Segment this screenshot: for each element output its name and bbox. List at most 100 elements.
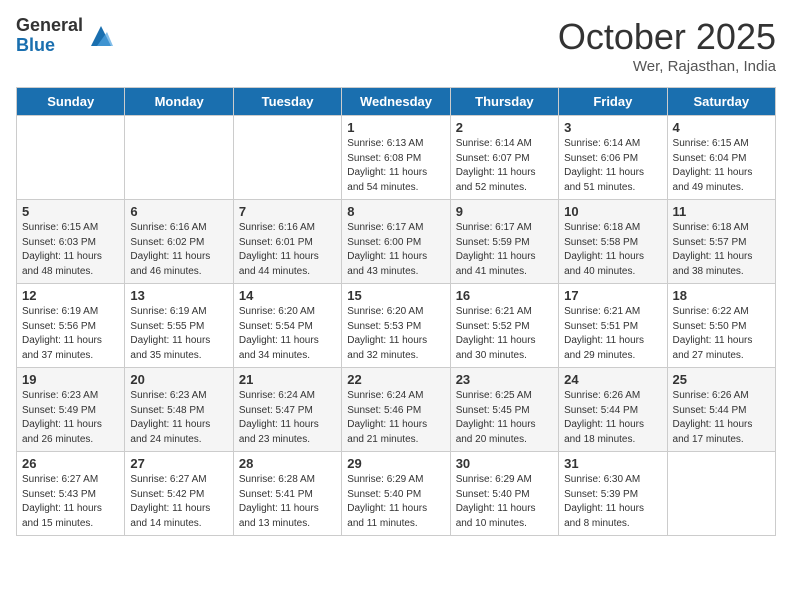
day-number: 29 [347,456,444,471]
calendar-cell: 19Sunrise: 6:23 AM Sunset: 5:49 PM Dayli… [17,368,125,452]
location-subtitle: Wer, Rajasthan, India [558,58,776,75]
day-info: Sunrise: 6:25 AM Sunset: 5:45 PM Dayligh… [456,389,553,447]
day-info: Sunrise: 6:21 AM Sunset: 5:52 PM Dayligh… [456,305,553,363]
calendar-cell: 31 Sunrise: 6:30 AM Sunset: 5:39 PM Dayli… [559,452,667,536]
col-header-monday: Monday [125,88,233,116]
calendar-cell: 18 Sunrise: 6:22 AM Sunset: 5:50 PM Dayli… [667,284,775,368]
calendar-cell [125,116,233,200]
col-header-sunday: Sunday [17,88,125,116]
day-number: 21 [239,372,336,387]
day-number: 28 [239,456,336,471]
day-number: 25 [673,372,770,387]
calendar-cell: 20Sunrise: 6:23 AM Sunset: 5:48 PM Dayli… [125,368,233,452]
title-block: October 2025 Wer, Rajasthan, India [558,16,776,75]
calendar-cell: 17 Sunrise: 6:21 AM Sunset: 5:51 PM Dayli… [559,284,667,368]
day-info: Sunrise: 6:27 AM Sunset: 5:42 PM Dayligh… [130,473,227,531]
calendar-table: SundayMondayTuesdayWednesdayThursdayFrid… [16,87,776,536]
day-number: 6 [130,204,227,219]
day-info: Sunrise: 6:26 AM Sunset: 5:44 PM Dayligh… [673,389,770,447]
calendar-cell: 29 Sunrise: 6:29 AM Sunset: 5:40 PM Dayli… [342,452,450,536]
calendar-week-row: 12 Sunrise: 6:19 AM Sunset: 5:56 PM Dayli… [17,284,776,368]
day-info: Sunrise: 6:26 AM Sunset: 5:44 PM Dayligh… [564,389,661,447]
col-header-tuesday: Tuesday [233,88,341,116]
day-number: 17 [564,288,661,303]
day-number: 1 [347,120,444,135]
day-number: 24 [564,372,661,387]
calendar-cell: 24 Sunrise: 6:26 AM Sunset: 5:44 PM Dayli… [559,368,667,452]
calendar-cell: 4Sunrise: 6:15 AM Sunset: 6:04 PM Daylig… [667,116,775,200]
calendar-cell: 10Sunrise: 6:18 AM Sunset: 5:58 PM Dayli… [559,200,667,284]
month-title: October 2025 [558,16,776,58]
calendar-week-row: 19Sunrise: 6:23 AM Sunset: 5:49 PM Dayli… [17,368,776,452]
day-number: 23 [456,372,553,387]
day-number: 12 [22,288,119,303]
calendar-cell: 15 Sunrise: 6:20 AM Sunset: 5:53 PM Dayli… [342,284,450,368]
day-info: Sunrise: 6:24 AM Sunset: 5:47 PM Dayligh… [239,389,336,447]
day-number: 13 [130,288,227,303]
day-number: 4 [673,120,770,135]
day-info: Sunrise: 6:20 AM Sunset: 5:53 PM Dayligh… [347,305,444,363]
day-number: 30 [456,456,553,471]
day-number: 22 [347,372,444,387]
day-number: 2 [456,120,553,135]
calendar-cell: 23 Sunrise: 6:25 AM Sunset: 5:45 PM Dayli… [450,368,558,452]
logo-icon [87,22,115,50]
logo-text: General Blue [16,16,83,56]
calendar-cell [233,116,341,200]
calendar-cell: 28 Sunrise: 6:28 AM Sunset: 5:41 PM Dayli… [233,452,341,536]
day-number: 15 [347,288,444,303]
day-info: Sunrise: 6:20 AM Sunset: 5:54 PM Dayligh… [239,305,336,363]
day-number: 10 [564,204,661,219]
calendar-cell: 8 Sunrise: 6:17 AM Sunset: 6:00 PM Daylig… [342,200,450,284]
day-info: Sunrise: 6:22 AM Sunset: 5:50 PM Dayligh… [673,305,770,363]
day-number: 27 [130,456,227,471]
page-header: General Blue October 2025 Wer, Rajasthan… [16,16,776,75]
day-info: Sunrise: 6:15 AM Sunset: 6:03 PM Dayligh… [22,221,119,279]
day-number: 8 [347,204,444,219]
day-number: 20 [130,372,227,387]
day-info: Sunrise: 6:27 AM Sunset: 5:43 PM Dayligh… [22,473,119,531]
calendar-cell: 2 Sunrise: 6:14 AM Sunset: 6:07 PM Daylig… [450,116,558,200]
calendar-cell: 25 Sunrise: 6:26 AM Sunset: 5:44 PM Dayli… [667,368,775,452]
day-number: 5 [22,204,119,219]
day-info: Sunrise: 6:30 AM Sunset: 5:39 PM Dayligh… [564,473,661,531]
day-number: 7 [239,204,336,219]
calendar-cell [17,116,125,200]
day-info: Sunrise: 6:21 AM Sunset: 5:51 PM Dayligh… [564,305,661,363]
day-info: Sunrise: 6:17 AM Sunset: 5:59 PM Dayligh… [456,221,553,279]
calendar-week-row: 1Sunrise: 6:13 AM Sunset: 6:08 PM Daylig… [17,116,776,200]
day-number: 11 [673,204,770,219]
calendar-cell: 7Sunrise: 6:16 AM Sunset: 6:01 PM Daylig… [233,200,341,284]
day-info: Sunrise: 6:17 AM Sunset: 6:00 PM Dayligh… [347,221,444,279]
calendar-cell: 12 Sunrise: 6:19 AM Sunset: 5:56 PM Dayli… [17,284,125,368]
day-info: Sunrise: 6:24 AM Sunset: 5:46 PM Dayligh… [347,389,444,447]
day-number: 3 [564,120,661,135]
day-info: Sunrise: 6:23 AM Sunset: 5:49 PM Dayligh… [22,389,119,447]
col-header-friday: Friday [559,88,667,116]
day-number: 16 [456,288,553,303]
day-info: Sunrise: 6:14 AM Sunset: 6:07 PM Dayligh… [456,137,553,195]
day-number: 26 [22,456,119,471]
day-number: 9 [456,204,553,219]
logo-blue: Blue [16,36,83,56]
day-info: Sunrise: 6:19 AM Sunset: 5:56 PM Dayligh… [22,305,119,363]
calendar-cell: 3Sunrise: 6:14 AM Sunset: 6:06 PM Daylig… [559,116,667,200]
day-number: 18 [673,288,770,303]
calendar-cell: 5 Sunrise: 6:15 AM Sunset: 6:03 PM Daylig… [17,200,125,284]
calendar-week-row: 26 Sunrise: 6:27 AM Sunset: 5:43 PM Dayli… [17,452,776,536]
calendar-week-row: 5 Sunrise: 6:15 AM Sunset: 6:03 PM Daylig… [17,200,776,284]
calendar-cell: 26 Sunrise: 6:27 AM Sunset: 5:43 PM Dayli… [17,452,125,536]
day-info: Sunrise: 6:29 AM Sunset: 5:40 PM Dayligh… [347,473,444,531]
day-info: Sunrise: 6:19 AM Sunset: 5:55 PM Dayligh… [130,305,227,363]
calendar-cell: 1Sunrise: 6:13 AM Sunset: 6:08 PM Daylig… [342,116,450,200]
calendar-header-row: SundayMondayTuesdayWednesdayThursdayFrid… [17,88,776,116]
day-number: 31 [564,456,661,471]
col-header-thursday: Thursday [450,88,558,116]
day-info: Sunrise: 6:16 AM Sunset: 6:02 PM Dayligh… [130,221,227,279]
col-header-saturday: Saturday [667,88,775,116]
calendar-cell: 16 Sunrise: 6:21 AM Sunset: 5:52 PM Dayli… [450,284,558,368]
calendar-cell: 6 Sunrise: 6:16 AM Sunset: 6:02 PM Daylig… [125,200,233,284]
logo: General Blue [16,16,115,56]
calendar-cell: 27 Sunrise: 6:27 AM Sunset: 5:42 PM Dayli… [125,452,233,536]
day-info: Sunrise: 6:28 AM Sunset: 5:41 PM Dayligh… [239,473,336,531]
